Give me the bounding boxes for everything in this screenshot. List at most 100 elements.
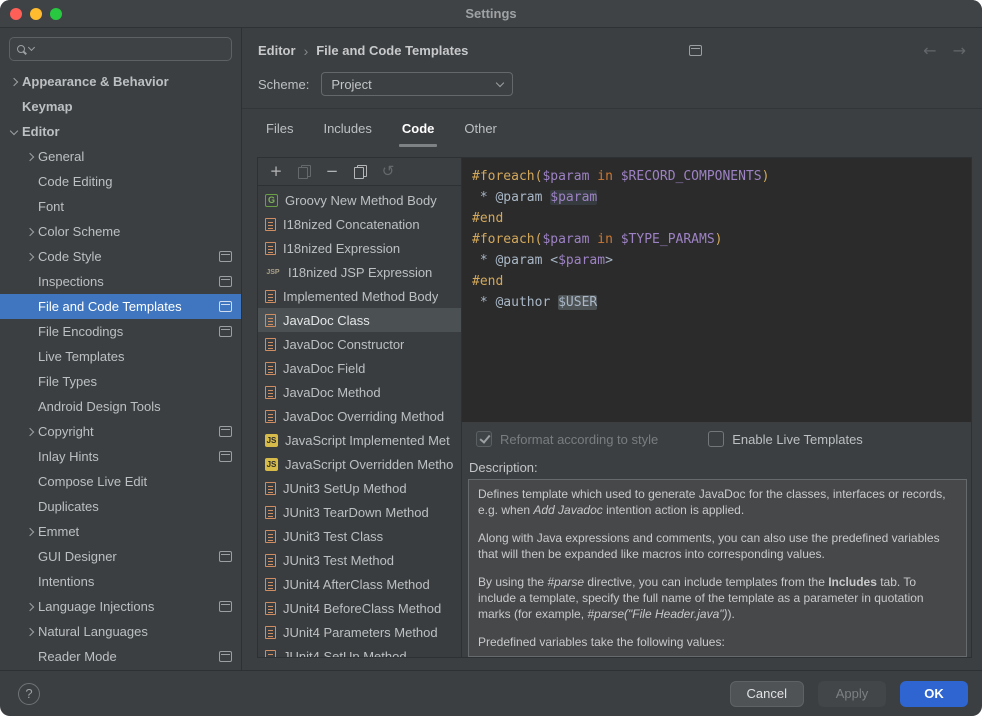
search-input[interactable] (38, 42, 224, 57)
template-item-label: JUnit3 Test Class (283, 529, 383, 544)
sidebar-item-natural-languages[interactable]: Natural Languages (0, 619, 241, 644)
chevron-right-icon[interactable] (26, 252, 34, 260)
sidebar-item-file-and-code-templates[interactable]: File and Code Templates (0, 294, 241, 319)
sidebar-item-inlay-hints[interactable]: Inlay Hints (0, 444, 241, 469)
sidebar-item-code-style[interactable]: Code Style (0, 244, 241, 269)
template-item-junit4-setup-method[interactable]: JUnit4 SetUp Method (258, 644, 461, 657)
sidebar-item-color-scheme[interactable]: Color Scheme (0, 219, 241, 244)
settings-tree: Appearance & BehaviorKeymapEditorGeneral… (0, 69, 241, 670)
template-item-javadoc-overriding-method[interactable]: JavaDoc Overriding Method (258, 404, 461, 428)
cancel-button[interactable]: Cancel (730, 681, 804, 707)
apply-button[interactable]: Apply (818, 681, 886, 707)
template-item-javascript-overridden-metho[interactable]: JSJavaScript Overridden Metho (258, 452, 461, 476)
sidebar-item-emmet[interactable]: Emmet (0, 519, 241, 544)
chevron-right-icon[interactable] (26, 152, 34, 160)
sidebar-item-editor[interactable]: Editor (0, 119, 241, 144)
template-item-junit3-teardown-method[interactable]: JUnit3 TearDown Method (258, 500, 461, 524)
sidebar-item-reader-mode[interactable]: Reader Mode (0, 644, 241, 669)
template-description[interactable]: Defines template which used to generate … (468, 479, 967, 657)
sidebar-item-appearance-behavior[interactable]: Appearance & Behavior (0, 69, 241, 94)
breadcrumb-editor[interactable]: Editor (258, 43, 296, 58)
reset-template-button[interactable]: ↺ (380, 164, 396, 180)
template-item-implemented-method-body[interactable]: Implemented Method Body (258, 284, 461, 308)
template-item-i18nized-jsp-expression[interactable]: JSPI18nized JSP Expression (258, 260, 461, 284)
chevron-right-icon[interactable] (26, 227, 34, 235)
chevron-right-icon[interactable] (10, 77, 18, 85)
sidebar-item-font[interactable]: Font (0, 194, 241, 219)
template-item-i18nized-expression[interactable]: I18nized Expression (258, 236, 461, 260)
sidebar-item-file-encodings[interactable]: File Encodings (0, 319, 241, 344)
screen-badge-icon (219, 551, 232, 562)
code-token: #end (472, 211, 503, 226)
sidebar-item-compose-live-edit[interactable]: Compose Live Edit (0, 469, 241, 494)
sidebar-item-intentions[interactable]: Intentions (0, 569, 241, 594)
chevron-right-icon[interactable] (26, 527, 34, 535)
template-item-junit3-test-method[interactable]: JUnit3 Test Method (258, 548, 461, 572)
titlebar: Settings (0, 0, 982, 28)
description-text: directive, you can include templates fro… (584, 575, 828, 589)
create-child-template-button[interactable] (296, 164, 312, 180)
tab-includes[interactable]: Includes (323, 109, 371, 147)
template-item-i18nized-concatenation[interactable]: I18nized Concatenation (258, 212, 461, 236)
sidebar-item-inspections[interactable]: Inspections (0, 269, 241, 294)
add-template-button[interactable]: + (268, 164, 284, 180)
forward-icon[interactable]: → (953, 41, 966, 60)
template-code-editor[interactable]: #foreach($param in $RECORD_COMPONENTS) *… (462, 158, 971, 422)
description-text: Along with Java expressions and comments… (478, 531, 940, 561)
template-item-label: JavaDoc Class (283, 313, 370, 328)
sidebar-item-general[interactable]: General (0, 144, 241, 169)
chevron-right-icon[interactable] (26, 427, 34, 435)
enable-live-templates-checkbox[interactable]: Enable Live Templates (708, 431, 863, 447)
template-item-javascript-implemented-met[interactable]: JSJavaScript Implemented Met (258, 428, 461, 452)
sidebar-item-live-templates[interactable]: Live Templates (0, 344, 241, 369)
template-icon (265, 626, 276, 639)
template-item-junit4-parameters-method[interactable]: JUnit4 Parameters Method (258, 620, 461, 644)
sidebar-item-gui-designer[interactable]: GUI Designer (0, 544, 241, 569)
chevron-down-icon[interactable] (10, 126, 18, 134)
template-item-javadoc-field[interactable]: JavaDoc Field (258, 356, 461, 380)
screen-badge-icon (219, 601, 232, 612)
sidebar-item-language-injections[interactable]: Language Injections (0, 594, 241, 619)
help-button[interactable]: ? (18, 683, 40, 705)
description-text: Includes (828, 575, 877, 589)
sidebar-item-code-editing[interactable]: Code Editing (0, 169, 241, 194)
minimize-window-button[interactable] (30, 8, 42, 20)
search-history-chevron-icon[interactable] (28, 44, 35, 51)
reformat-checkbox[interactable]: Reformat according to style (476, 431, 658, 447)
code-token: #end (472, 274, 503, 289)
settings-search-field[interactable] (9, 37, 232, 61)
zoom-window-button[interactable] (50, 8, 62, 20)
sidebar-item-duplicates[interactable]: Duplicates (0, 494, 241, 519)
sidebar-item-android-design-tools[interactable]: Android Design Tools (0, 394, 241, 419)
close-window-button[interactable] (10, 8, 22, 20)
back-icon[interactable]: ← (923, 41, 936, 60)
code-token: in (589, 232, 620, 247)
sidebar-item-label: Compose Live Edit (38, 474, 147, 489)
template-item-junit3-setup-method[interactable]: JUnit3 SetUp Method (258, 476, 461, 500)
remove-template-button[interactable]: − (324, 164, 340, 180)
sidebar-item-copyright[interactable]: Copyright (0, 419, 241, 444)
template-item-javadoc-constructor[interactable]: JavaDoc Constructor (258, 332, 461, 356)
template-item-junit3-test-class[interactable]: JUnit3 Test Class (258, 524, 461, 548)
scheme-select[interactable]: Project (321, 72, 513, 96)
template-item-label: Groovy New Method Body (285, 193, 437, 208)
sidebar-item-keymap[interactable]: Keymap (0, 94, 241, 119)
template-icon (265, 290, 276, 303)
chevron-right-icon[interactable] (26, 627, 34, 635)
template-item-groovy-new-method-body[interactable]: GGroovy New Method Body (258, 188, 461, 212)
tab-other[interactable]: Other (464, 109, 497, 147)
tab-code[interactable]: Code (402, 109, 435, 147)
template-item-junit4-beforeclass-method[interactable]: JUnit4 BeforeClass Method (258, 596, 461, 620)
chevron-right-icon[interactable] (26, 602, 34, 610)
sidebar-item-file-types[interactable]: File Types (0, 369, 241, 394)
ok-button[interactable]: OK (900, 681, 968, 707)
copy-template-button[interactable] (352, 164, 368, 180)
template-item-junit4-afterclass-method[interactable]: JUnit4 AfterClass Method (258, 572, 461, 596)
description-text: ). (728, 607, 735, 621)
template-icon (265, 218, 276, 231)
template-item-javadoc-method[interactable]: JavaDoc Method (258, 380, 461, 404)
tab-files[interactable]: Files (266, 109, 293, 147)
template-item-javadoc-class[interactable]: JavaDoc Class (258, 308, 461, 332)
description-text: intention action is applied. (603, 503, 744, 517)
template-item-label: JavaScript Implemented Met (285, 433, 450, 448)
